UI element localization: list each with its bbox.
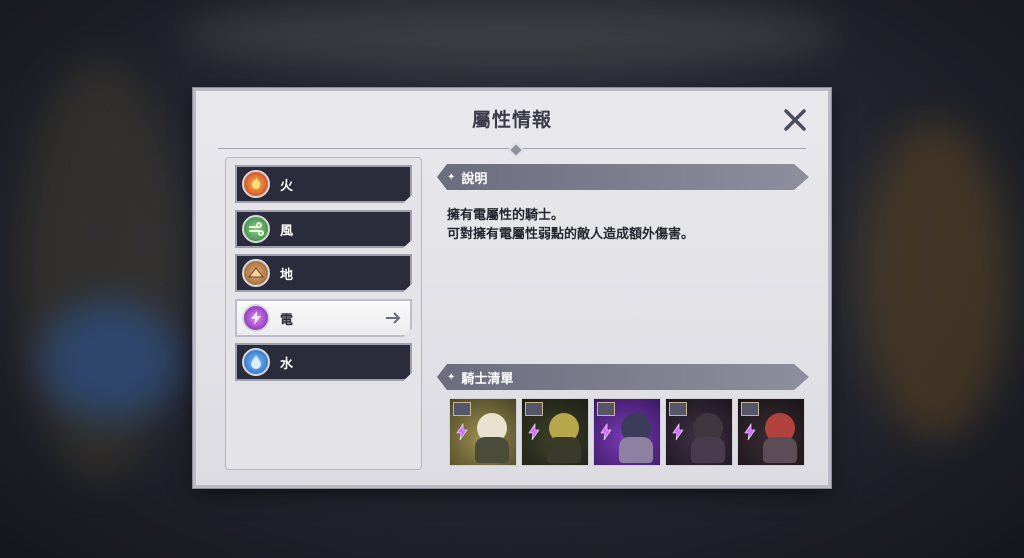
knight-list	[449, 398, 805, 466]
description-line: 可對擁有電屬性弱點的敵人造成額外傷害。	[447, 227, 695, 242]
lightning-icon	[672, 423, 684, 441]
element-item-earth[interactable]: 地	[235, 254, 412, 292]
lightning-icon	[456, 423, 468, 441]
arrow-right-icon	[384, 310, 402, 330]
class-badge-icon	[669, 402, 687, 416]
knight-body	[619, 437, 653, 463]
knight-portrait-4[interactable]	[665, 398, 733, 466]
element-label: 火	[280, 178, 294, 194]
description-text: 擁有電屬性的騎士。 可對擁有電屬性弱點的敵人造成額外傷害。	[447, 206, 694, 244]
element-label: 風	[280, 223, 294, 239]
earth-icon	[242, 259, 270, 287]
wind-icon	[242, 215, 270, 243]
description-header-label: 說明	[461, 171, 488, 187]
knight-body	[763, 437, 797, 463]
lightning-icon	[242, 304, 270, 332]
lightning-icon	[528, 423, 540, 441]
knight-portrait-1[interactable]	[449, 398, 517, 466]
element-label: 地	[280, 267, 294, 283]
class-badge-icon	[453, 402, 471, 416]
class-badge-icon	[597, 402, 615, 416]
knight-portrait-2[interactable]	[521, 398, 589, 466]
sparkle-icon: ✦	[447, 171, 456, 183]
class-badge-icon	[741, 402, 759, 416]
class-badge-icon	[525, 402, 543, 416]
knight-portrait-5[interactable]	[737, 398, 805, 466]
element-item-wind[interactable]: 風	[235, 210, 412, 248]
element-item-water[interactable]: 水	[235, 343, 412, 381]
background-blur	[40, 300, 180, 420]
lightning-icon	[744, 423, 756, 441]
element-label: 水	[280, 356, 294, 372]
knight-body	[475, 437, 509, 463]
background-blur	[180, 0, 840, 70]
close-icon[interactable]	[780, 105, 810, 135]
divider-ornament	[507, 141, 525, 159]
knight-list-header: ✦ 騎士清單	[437, 364, 809, 390]
knight-list-header-label: 騎士清單	[461, 371, 514, 387]
knight-portrait-3[interactable]	[593, 398, 661, 466]
dialog-title: 屬性情報	[471, 109, 552, 131]
lightning-icon	[600, 423, 612, 441]
description-header: ✦ 說明	[437, 164, 809, 190]
element-list: 火 風 地 電 水	[225, 157, 422, 470]
knight-body	[547, 437, 581, 463]
sparkle-icon: ✦	[447, 371, 456, 383]
knight-body	[691, 437, 725, 463]
element-item-fire[interactable]: 火	[235, 165, 412, 203]
element-item-lightning[interactable]: 電	[235, 299, 412, 337]
attribute-info-dialog: 屬性情報 火 風 地 電 水 ✦ 說明 擁有電屬性的騎士。 可對擁有電屬性弱點的…	[193, 88, 831, 488]
background-blur	[860, 120, 1010, 440]
water-icon	[242, 348, 270, 376]
element-label: 電	[280, 312, 294, 328]
description-line: 擁有電屬性的騎士。	[447, 208, 565, 223]
fire-icon	[242, 170, 270, 198]
